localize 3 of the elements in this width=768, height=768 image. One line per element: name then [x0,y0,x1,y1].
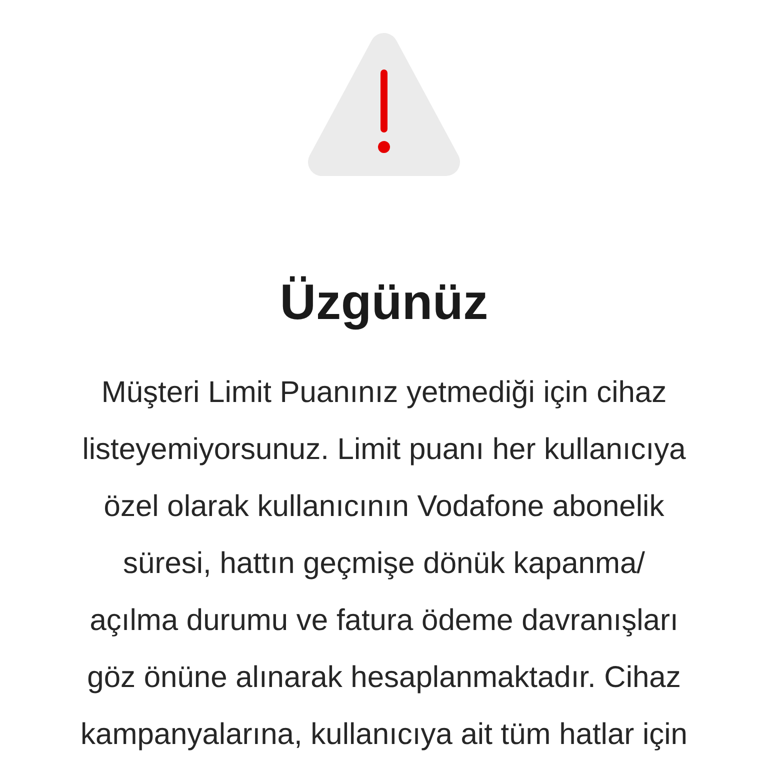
alert-title: Üzgünüz [280,273,488,332]
warning-icon [308,33,460,176]
alert-message: Müşteri Limit Puanınız yetmediği için cihaz listeyemiyorsunuz. Limit puanı her kullanıcıya özel olarak kullanıcının Vodafone abonelik süresi, hattın geçmişe dönük kapanma/ açılma durumu ve fatura ödeme davranışları göz önüne alınarak hesaplanmaktadır. Cihaz kampanyalarına, kullanıcıya ait tüm hatlar için [80,375,688,753]
